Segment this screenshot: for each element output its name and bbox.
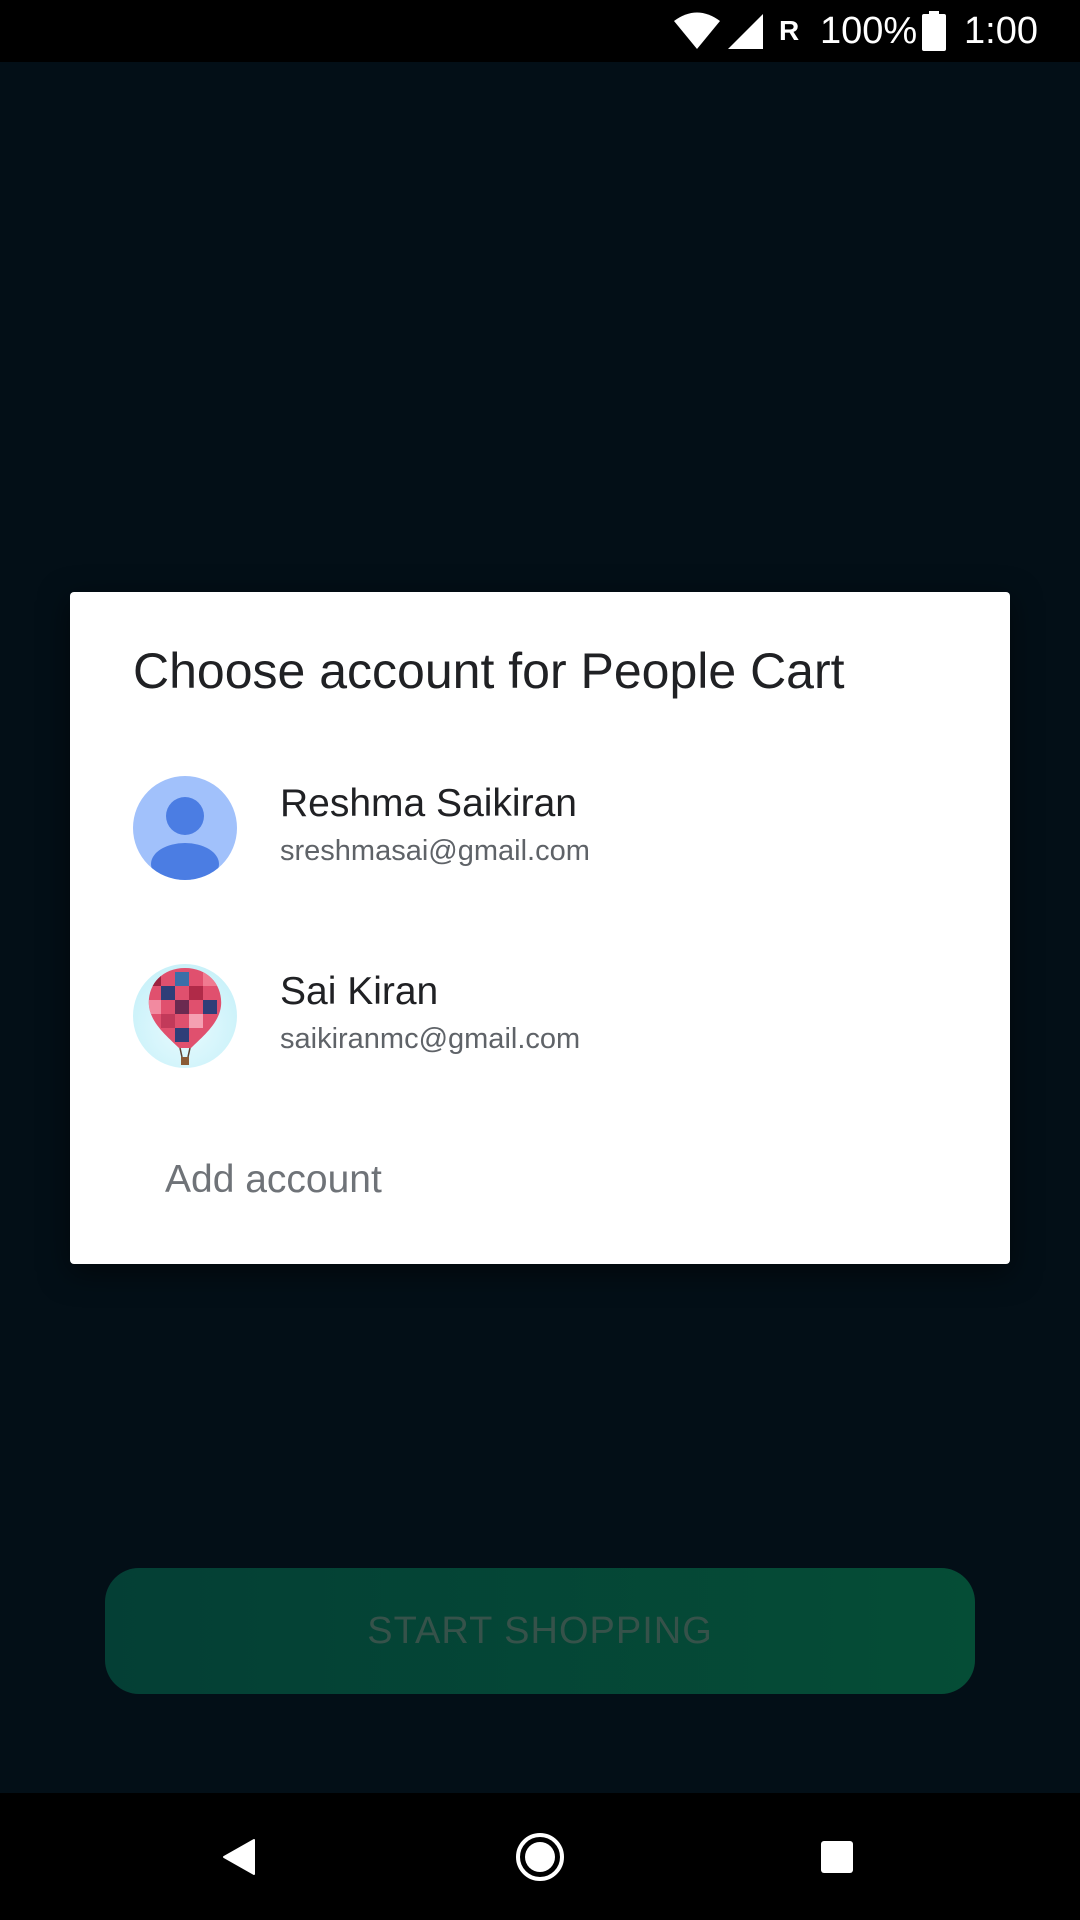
roaming-indicator: R xyxy=(779,15,800,46)
account-item-reshma-saikiran[interactable]: Reshma Saikiran sreshmasai@gmail.com xyxy=(70,762,1010,932)
account-name: Reshma Saikiran xyxy=(280,782,577,825)
dialog-title: Choose account for People Cart xyxy=(133,643,845,699)
hot-air-balloon-avatar xyxy=(133,964,237,1068)
wifi-icon xyxy=(672,0,722,62)
battery-icon xyxy=(922,0,946,62)
account-name: Sai Kiran xyxy=(280,970,439,1013)
status-bar: R 100% 1:00 xyxy=(0,0,1080,62)
clock: 1:00 xyxy=(964,10,1038,52)
back-icon[interactable] xyxy=(180,1793,300,1920)
home-icon[interactable] xyxy=(480,1793,600,1920)
account-chooser-dialog: Choose account for People Cart Reshma Sa… xyxy=(70,592,1010,1264)
add-account-button[interactable]: Add account xyxy=(165,1158,382,1202)
start-shopping-button[interactable]: START SHOPPING xyxy=(105,1568,975,1694)
recents-icon[interactable] xyxy=(777,1793,897,1920)
battery-percent: 100% xyxy=(820,10,918,52)
screen: R 100% 1:00 START SHOPPING Choose accoun… xyxy=(0,0,1080,1920)
start-shopping-label: START SHOPPING xyxy=(367,1609,713,1652)
account-email: sreshmasai@gmail.com xyxy=(280,835,590,867)
default-person-avatar xyxy=(133,776,237,880)
navigation-bar xyxy=(0,1793,1080,1920)
account-item-sai-kiran[interactable]: Sai Kiran saikiranmc@gmail.com xyxy=(70,950,1010,1120)
account-email: saikiranmc@gmail.com xyxy=(280,1023,581,1055)
cell-signal-icon xyxy=(728,0,764,62)
